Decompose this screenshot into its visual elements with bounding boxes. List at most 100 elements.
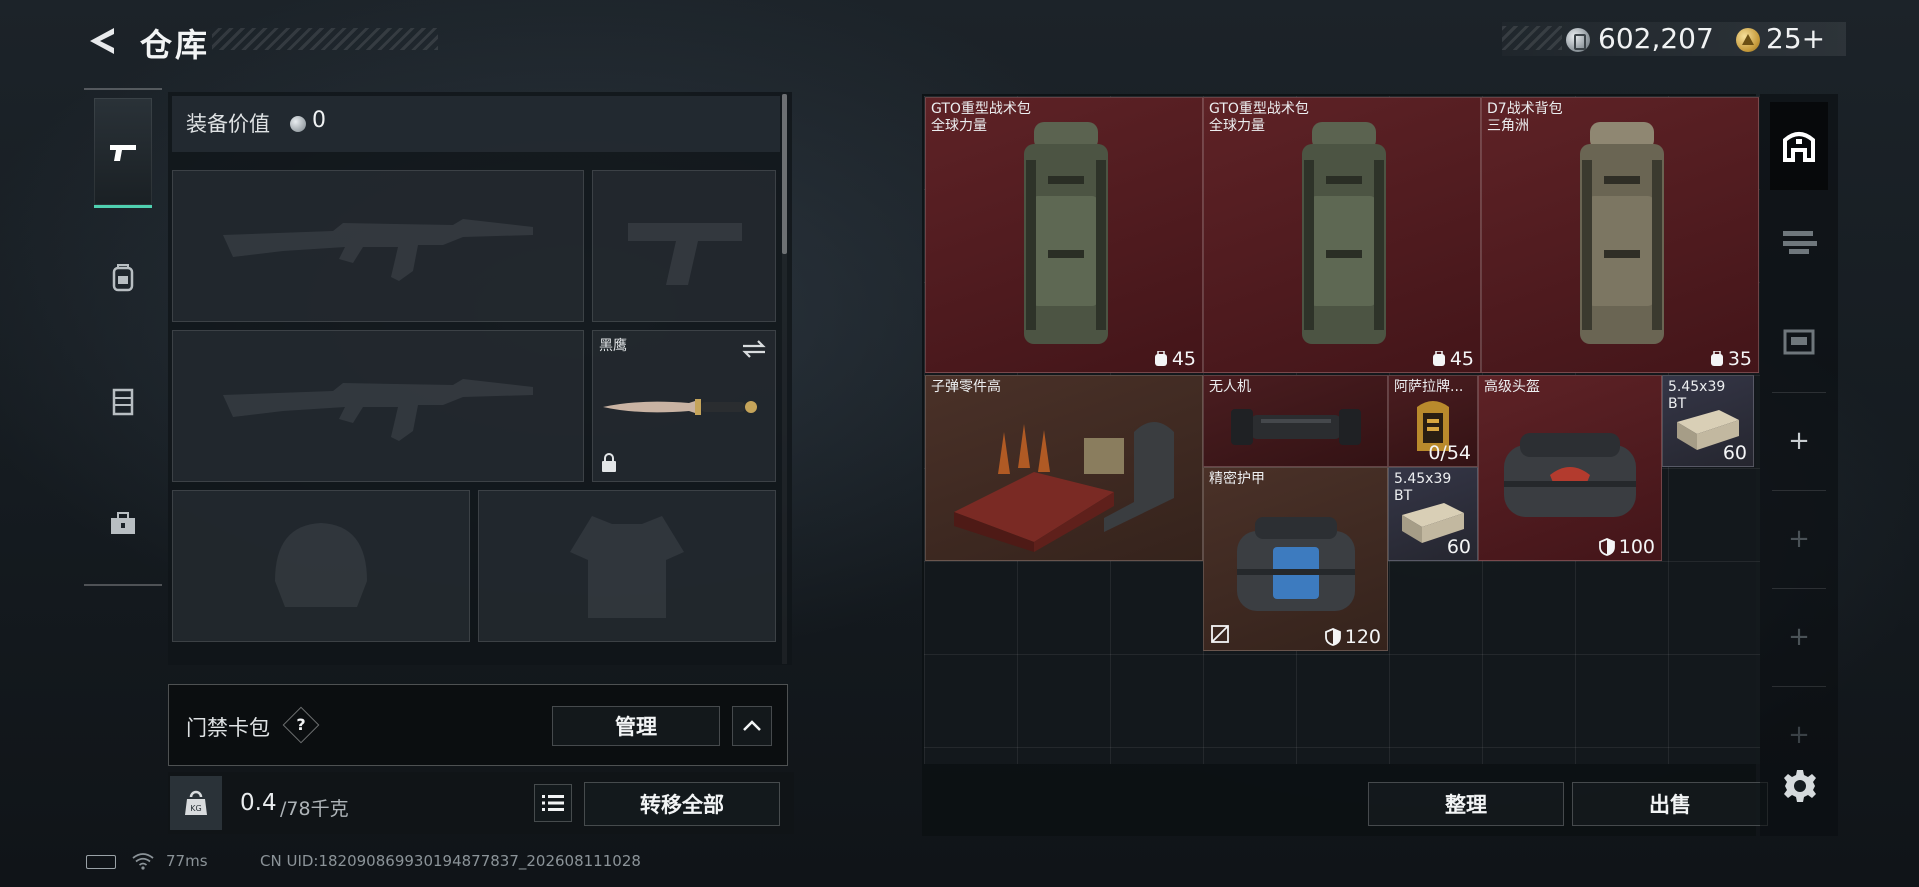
- stash-item-ammo-545-2[interactable]: 5.45x39 BT 60: [1388, 467, 1478, 561]
- tab-toolbox[interactable]: [94, 468, 152, 578]
- list-icon: [542, 795, 564, 811]
- rail-divider: [1772, 490, 1826, 491]
- lock-icon: [602, 453, 616, 472]
- armor-slot[interactable]: [478, 490, 776, 642]
- stash-item-d7-backpack[interactable]: D7战术背包 三角洲 35: [1481, 97, 1759, 373]
- stash-item-ammo-545-1[interactable]: 5.45x39 BT 60: [1662, 375, 1754, 467]
- stash-item-precision-armor[interactable]: 精密护甲 120: [1203, 467, 1388, 651]
- add-stash-tab-button[interactable]: +: [1788, 428, 1810, 454]
- storage-box-icon: [1783, 329, 1815, 355]
- value-coin-icon: [290, 116, 306, 132]
- swap-icon[interactable]: [741, 339, 767, 359]
- tab-backpack[interactable]: [94, 222, 152, 332]
- chevron-up-icon: [743, 720, 761, 731]
- page-title: 仓库: [140, 26, 211, 64]
- collapse-button[interactable]: [732, 706, 772, 746]
- locked-stash-slot: +: [1788, 524, 1810, 554]
- shield-icon: [1324, 628, 1341, 646]
- sort-button[interactable]: 整理: [1368, 782, 1564, 826]
- rifle-silhouette-icon: [223, 219, 533, 281]
- toolbox-icon: [111, 512, 135, 534]
- stash-item-asala-card[interactable]: 阿萨拉牌... 0/54: [1388, 375, 1478, 467]
- backpack-capacity-icon: [1154, 351, 1167, 366]
- knife-icon: [603, 399, 757, 415]
- backpack-capacity-icon: [1710, 351, 1723, 366]
- secondary-weapon-slot[interactable]: [172, 330, 584, 482]
- weight-icon: KG: [170, 776, 222, 830]
- stash-item-advanced-helmet[interactable]: 高级头盔 100: [1478, 375, 1662, 561]
- item-durability: 0/54: [1428, 442, 1471, 464]
- kettlebell-icon: KG: [185, 790, 207, 815]
- primary-weapon-slot[interactable]: [172, 170, 584, 322]
- tab-vest[interactable]: [94, 346, 152, 456]
- money-balance: 602,207: [1598, 22, 1714, 55]
- sell-button[interactable]: 出售: [1572, 782, 1768, 826]
- stash-tab-weapons[interactable]: [1770, 198, 1828, 286]
- item-armor: 120: [1324, 626, 1381, 648]
- vest-icon: [112, 388, 134, 416]
- currency-decoration: [1502, 26, 1562, 50]
- drone-part-image: [1230, 409, 1361, 445]
- item-name: 子弹零件高: [931, 379, 1001, 395]
- equipment-value-amount: 0: [312, 108, 326, 133]
- locked-stash-slot: +: [1788, 622, 1810, 652]
- item-sub: 三角洲: [1487, 118, 1529, 134]
- stash-item-gto-backpack-1[interactable]: GTO重型战术包 全球力量 45: [925, 97, 1203, 373]
- item-stack-count: 60: [1722, 442, 1747, 464]
- stash-item-drone[interactable]: 无人机: [1203, 375, 1388, 467]
- helmet-slot[interactable]: [172, 490, 470, 642]
- item-sub: 全球力量: [1209, 118, 1265, 134]
- stash-tab-main[interactable]: [1770, 102, 1828, 190]
- keycard-label: 门禁卡包: [186, 716, 270, 740]
- item-capacity: 35: [1710, 348, 1752, 370]
- item-stack-count: 60: [1446, 536, 1471, 558]
- helmet-silhouette-icon: [275, 523, 367, 607]
- gear-icon[interactable]: [1782, 768, 1818, 804]
- item-name: 阿萨拉牌...: [1394, 379, 1464, 395]
- ammo-crate-image: [954, 422, 1174, 552]
- stash-tab-storage[interactable]: [1770, 296, 1828, 384]
- item-name: GTO重型战术包: [1209, 101, 1309, 117]
- back-arrow-icon[interactable]: [86, 24, 120, 58]
- rail-divider: [1772, 686, 1826, 687]
- weapon-rack-icon: [1783, 231, 1817, 254]
- premium-balance[interactable]: 25+: [1766, 22, 1825, 55]
- stash-item-gto-backpack-2[interactable]: GTO重型战术包 全球力量 45: [1203, 97, 1481, 373]
- item-sub: 全球力量: [931, 118, 987, 134]
- item-name: D7战术背包: [1487, 101, 1563, 117]
- rifle-silhouette-icon: [223, 379, 533, 441]
- help-symbol: ?: [296, 715, 306, 734]
- item-name: 5.45x39: [1394, 471, 1452, 487]
- gold-coin-icon: [1736, 28, 1760, 52]
- backpack-image: [1302, 122, 1386, 344]
- loadout-scrollbar-thumb[interactable]: [782, 94, 787, 254]
- tab-weapons[interactable]: [94, 98, 152, 208]
- stash-item-bullet-parts[interactable]: 子弹零件高: [925, 375, 1203, 561]
- backpack-image: [1580, 122, 1664, 344]
- item-capacity-value: 45: [1171, 348, 1196, 370]
- silver-coin-icon: [1566, 28, 1590, 52]
- item-sub: BT: [1668, 396, 1687, 412]
- melee-item-name: 黑鹰: [599, 338, 627, 354]
- battery-icon: [86, 855, 116, 869]
- transfer-all-button[interactable]: 转移全部: [584, 782, 780, 826]
- rail-divider: [1772, 588, 1826, 589]
- melee-slot[interactable]: 黑鹰: [592, 330, 776, 482]
- manage-button[interactable]: 管理: [552, 706, 720, 746]
- item-name: GTO重型战术包: [931, 101, 1031, 117]
- item-name: 精密护甲: [1209, 471, 1265, 487]
- backpack-icon: [112, 264, 134, 292]
- weight-max: /78千克: [280, 798, 349, 820]
- no-repair-icon: [1211, 625, 1229, 643]
- list-view-button[interactable]: [534, 784, 572, 822]
- pistol-silhouette-icon: [628, 223, 742, 285]
- item-capacity-value: 35: [1727, 348, 1752, 370]
- backpack-image: [1024, 122, 1108, 344]
- wifi-icon: [132, 853, 154, 870]
- item-armor-value: 120: [1344, 626, 1381, 648]
- sidearm-slot[interactable]: [592, 170, 776, 322]
- item-name: 高级头盔: [1484, 379, 1540, 395]
- pistol-icon: [110, 144, 136, 161]
- user-uid: CN UID:182090869930194877837_20260811102…: [260, 852, 641, 870]
- weight-current: 0.4: [240, 790, 277, 816]
